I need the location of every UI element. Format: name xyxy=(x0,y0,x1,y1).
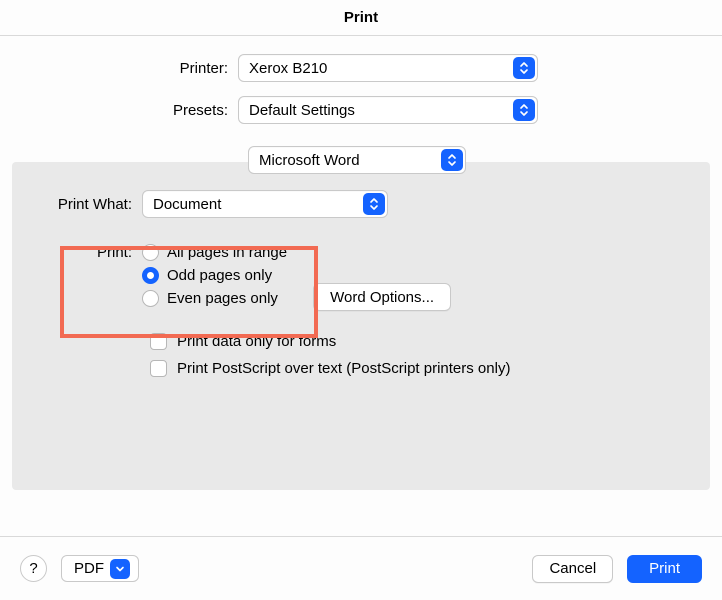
options-panel: Microsoft Word Print What: Document Prin… xyxy=(12,162,710,490)
radio-icon xyxy=(142,290,159,307)
printer-select[interactable]: Xerox B210 xyxy=(238,54,538,82)
radio-label: All pages in range xyxy=(167,244,287,261)
radio-icon xyxy=(142,244,159,261)
radio-odd-pages[interactable]: Odd pages only xyxy=(142,267,287,284)
app-select[interactable]: Microsoft Word xyxy=(248,146,466,174)
chevron-down-icon xyxy=(110,559,130,579)
print-what-value: Document xyxy=(153,196,221,213)
radio-all-pages[interactable]: All pages in range xyxy=(142,244,287,261)
radio-label: Even pages only xyxy=(167,290,278,307)
print-what-select[interactable]: Document xyxy=(142,190,388,218)
chevrons-icon xyxy=(363,193,385,215)
radio-even-pages[interactable]: Even pages only xyxy=(142,290,287,307)
dialog-title: Print xyxy=(0,0,722,36)
print-radio-group: All pages in range Odd pages only Even p… xyxy=(142,240,287,311)
presets-select[interactable]: Default Settings xyxy=(238,96,538,124)
print-label: Print: xyxy=(34,240,142,261)
radio-icon xyxy=(142,267,159,284)
app-select-value: Microsoft Word xyxy=(259,152,360,169)
footer: ? PDF Cancel Print xyxy=(0,536,722,600)
presets-value: Default Settings xyxy=(249,102,355,119)
radio-label: Odd pages only xyxy=(167,267,272,284)
checkbox-postscript[interactable] xyxy=(150,360,167,377)
print-button[interactable]: Print xyxy=(627,555,702,583)
chevrons-icon xyxy=(513,99,535,121)
word-options-button[interactable]: Word Options... xyxy=(313,283,451,311)
help-button[interactable]: ? xyxy=(20,555,47,582)
printer-value: Xerox B210 xyxy=(249,60,327,77)
pdf-label: PDF xyxy=(74,560,104,577)
print-what-label: Print What: xyxy=(34,196,142,213)
checkbox-forms[interactable] xyxy=(150,333,167,350)
chevrons-icon xyxy=(441,149,463,171)
presets-label: Presets: xyxy=(0,102,238,119)
printer-label: Printer: xyxy=(0,60,238,77)
pdf-menu-button[interactable]: PDF xyxy=(61,555,139,582)
top-area: Printer: Xerox B210 Presets: Default Set… xyxy=(0,36,722,140)
checkbox-forms-label: Print data only for forms xyxy=(177,333,336,350)
cancel-button[interactable]: Cancel xyxy=(532,555,613,583)
chevrons-icon xyxy=(513,57,535,79)
checkbox-postscript-label: Print PostScript over text (PostScript p… xyxy=(177,360,510,377)
